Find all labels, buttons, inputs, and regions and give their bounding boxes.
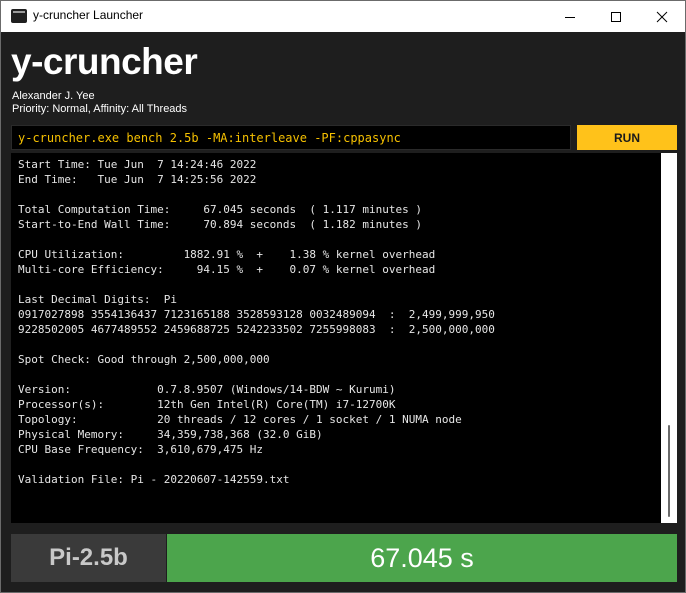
terminal-icon	[11, 9, 27, 23]
app-title: y-cruncher	[11, 41, 198, 82]
maximize-icon	[611, 11, 621, 22]
minimize-button[interactable]	[547, 1, 593, 32]
result-time: 67.045 s	[167, 534, 677, 582]
output-scrollbar[interactable]	[661, 153, 677, 523]
title-bar: y-cruncher Launcher	[1, 1, 685, 32]
output-text: Start Time: Tue Jun 7 14:24:46 2022 End …	[18, 158, 495, 486]
maximize-button[interactable]	[593, 1, 639, 32]
scrollbar-thumb[interactable]	[668, 425, 670, 517]
launcher-window: y-cruncher Launcher y-cruncher Alexander…	[0, 0, 686, 593]
close-button[interactable]	[639, 1, 685, 32]
minimize-icon	[565, 16, 575, 18]
benchmark-label: Pi-2.5b	[11, 534, 166, 582]
output-console: Start Time: Tue Jun 7 14:24:46 2022 End …	[11, 153, 661, 523]
run-button[interactable]: RUN	[577, 125, 677, 150]
header: y-cruncher Alexander J. Yee Priority: No…	[1, 32, 685, 122]
command-input[interactable]: y-cruncher.exe bench 2.5b -MA:interleave…	[11, 125, 571, 150]
priority-label: Priority: Normal, Affinity: All Threads	[12, 103, 188, 115]
author-label: Alexander J. Yee	[12, 90, 95, 102]
window-title: y-cruncher Launcher	[33, 8, 144, 22]
close-icon	[656, 11, 668, 22]
